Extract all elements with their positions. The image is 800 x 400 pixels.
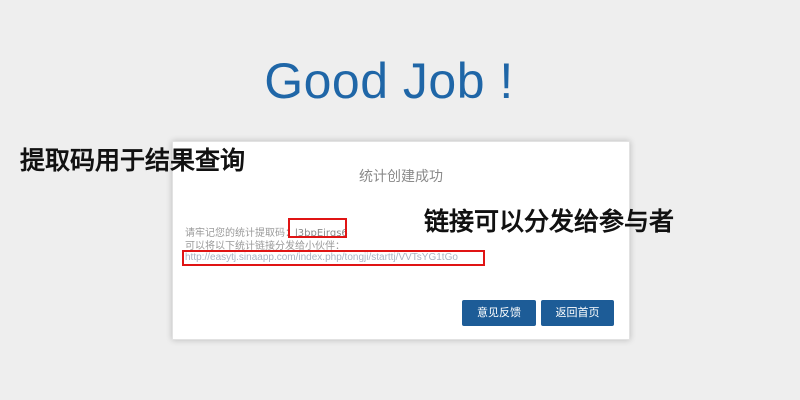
feedback-button[interactable]: 意见反馈: [462, 300, 536, 326]
code-highlight-box: [288, 218, 347, 238]
link-annotation: 链接可以分发给参与者: [424, 207, 675, 236]
page-headline: Good Job !: [264, 53, 514, 109]
code-annotation: 提取码用于结果查询: [20, 146, 246, 175]
back-home-button[interactable]: 返回首页: [541, 300, 614, 326]
link-highlight-box: [182, 250, 485, 266]
